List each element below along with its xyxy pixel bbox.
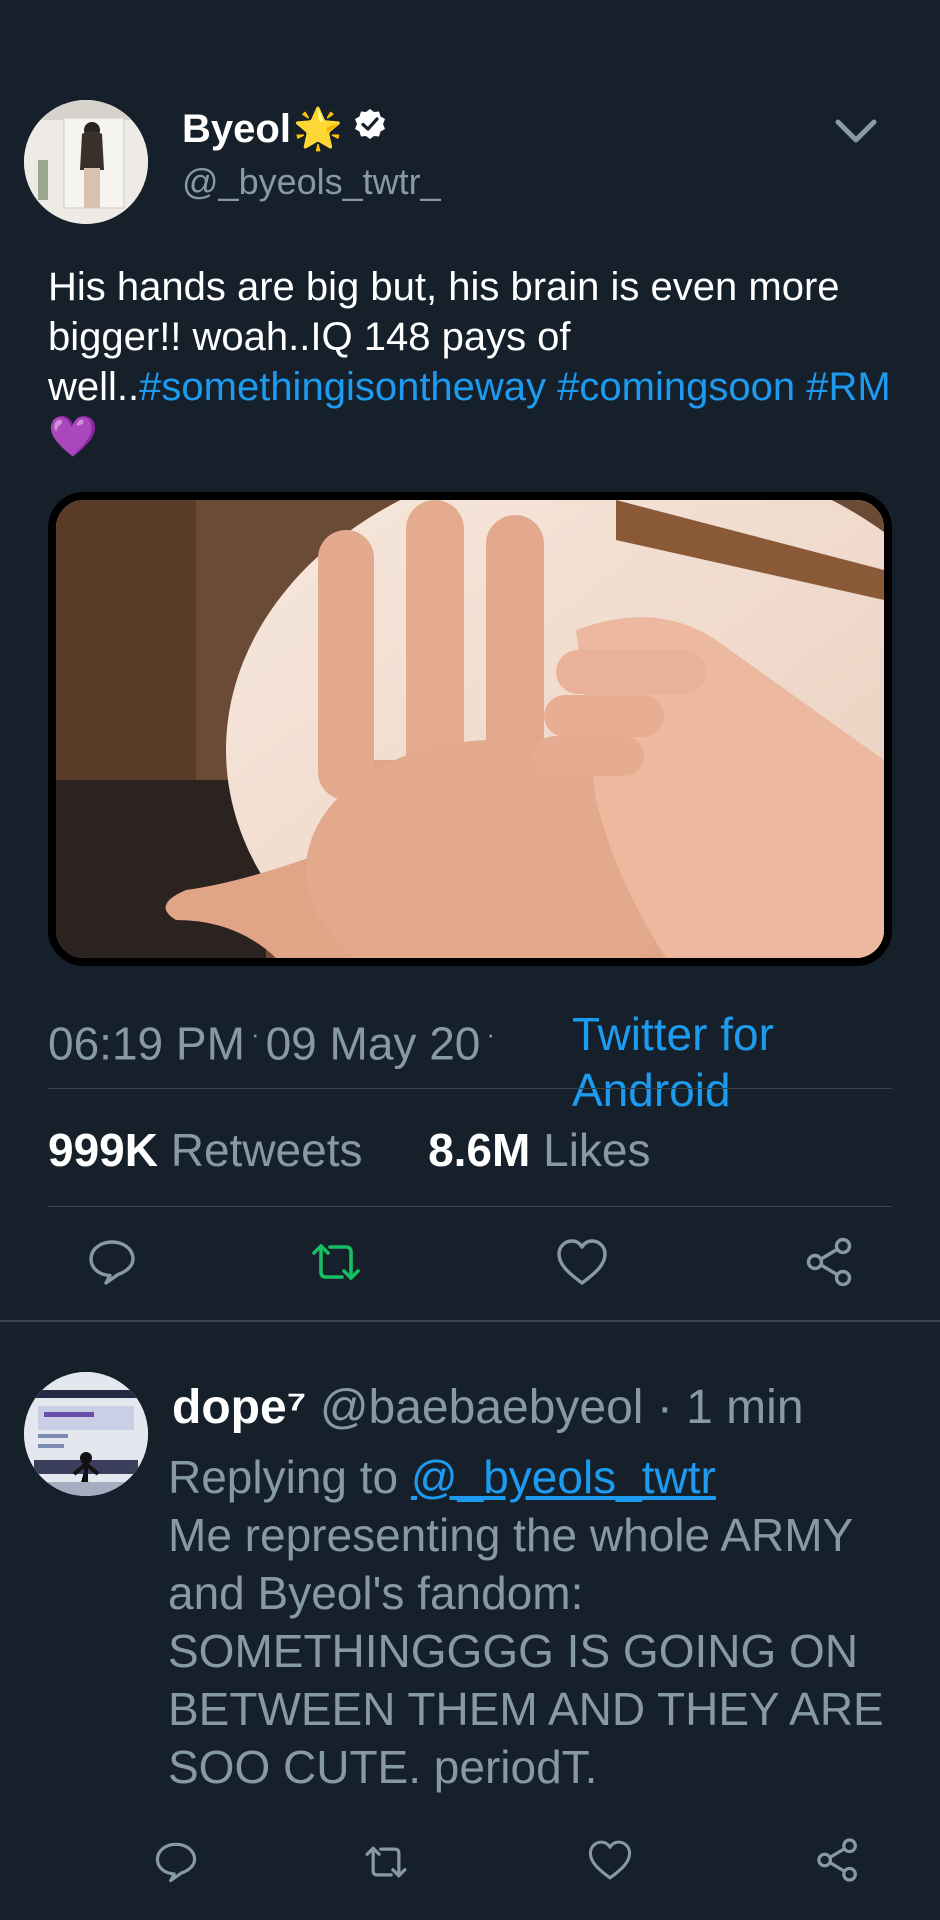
reply-author-name[interactable]: dope⁷ (172, 1381, 306, 1434)
retweets-count: 999K (48, 1124, 158, 1176)
hands-photo (56, 500, 884, 958)
likes-count: 8.6M (428, 1124, 531, 1176)
reply-author-handle[interactable]: @baebaebyeol (320, 1381, 644, 1434)
reply-text: Me representing the whole ARMY and Byeol… (168, 1509, 884, 1793)
chevron-down-icon[interactable] (830, 112, 882, 157)
avatar-image (24, 1372, 148, 1496)
avatar-image (24, 100, 148, 224)
hashtag-link[interactable]: #somethingisontheway (139, 365, 546, 409)
reply-header: dope⁷ @baebaebyeol · 1 min (172, 1378, 804, 1438)
replying-to-link[interactable]: @_byeols_twtr (411, 1451, 716, 1503)
tweet-date: 09 May 20 (265, 1017, 481, 1070)
reply-icon[interactable] (146, 1832, 206, 1892)
section-divider (0, 1320, 940, 1322)
likes-label: Likes (543, 1124, 651, 1176)
replying-to-label: Replying to (168, 1451, 399, 1503)
heart-icon[interactable] (580, 1830, 640, 1890)
reply-content: Replying to @_byeols_twtr Me representin… (168, 1448, 908, 1796)
retweets-stat[interactable]: 999K Retweets (48, 1124, 363, 1176)
tweet-text: His hands are big but, his brain is even… (48, 262, 908, 462)
author-avatar[interactable] (24, 100, 148, 224)
tweet-time: 06:19 PM (48, 1017, 245, 1070)
author-name-text: Byeol (182, 107, 291, 151)
likes-stat[interactable]: 8.6M Likes (428, 1124, 650, 1176)
reply-author-avatar[interactable] (24, 1372, 148, 1496)
share-icon[interactable] (808, 1830, 868, 1890)
retweets-label: Retweets (170, 1124, 363, 1176)
divider (48, 1206, 892, 1207)
author-handle[interactable]: @_byeols_twtr_ (182, 160, 441, 204)
purple-heart-emoji: 💜 (48, 415, 98, 459)
divider (48, 1088, 892, 1089)
author-name[interactable]: Byeol🌟 (182, 104, 387, 154)
tweet-photo[interactable] (48, 492, 892, 966)
verified-badge-icon (353, 103, 387, 153)
replying-to-line: Replying to @_byeols_twtr (168, 1448, 908, 1506)
hashtag-link[interactable]: #RM (806, 365, 890, 409)
share-icon[interactable] (800, 1232, 860, 1292)
retweet-icon[interactable] (356, 1832, 416, 1892)
reply-time[interactable]: 1 min (686, 1381, 803, 1434)
hashtag-link[interactable]: #comingsoon (557, 365, 795, 409)
retweet-icon[interactable] (306, 1232, 366, 1292)
separator-dot: · (656, 1381, 673, 1434)
tweet-stats: 999K Retweets 8.6M Likes (48, 1122, 651, 1178)
reply-icon[interactable] (82, 1232, 142, 1292)
heart-icon[interactable] (552, 1232, 612, 1292)
glowing-star-emoji: 🌟 (292, 107, 343, 151)
tweet-source-link[interactable]: Twitter for Android (572, 1006, 892, 1118)
